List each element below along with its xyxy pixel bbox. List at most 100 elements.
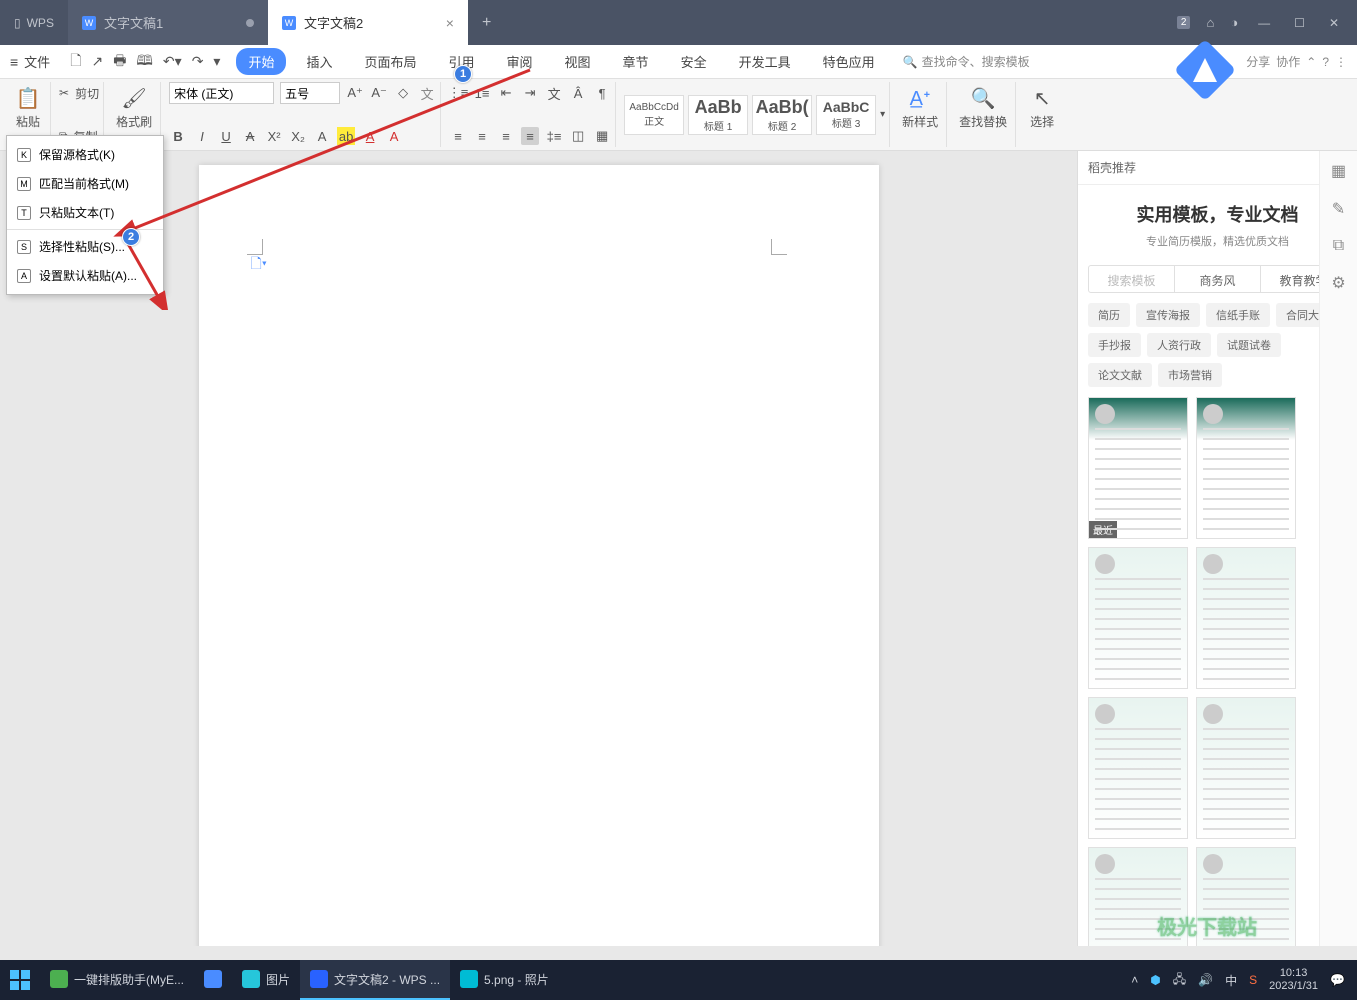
tray-network-icon[interactable]: 🖧 [1173,970,1186,991]
maximize-icon[interactable]: ☐ [1290,12,1309,34]
paste-keep-source[interactable]: K保留源格式(K) [7,140,163,169]
template-grid[interactable]: 最近 [1078,397,1357,946]
template-thumbnail[interactable] [1196,697,1296,839]
tray-ime[interactable]: 中 [1225,972,1237,989]
redo-icon[interactable]: ↷ [192,53,204,70]
paste-button[interactable]: 📋 粘贴 [10,82,46,134]
select-button[interactable]: ↖ 选择 [1024,82,1060,134]
new-tab-button[interactable]: + [468,14,505,32]
template-thumbnail[interactable] [1088,697,1188,839]
line-spacing-icon[interactable]: ‡≡ [545,127,563,145]
bold-icon[interactable]: B [169,127,187,145]
template-thumbnail[interactable] [1088,847,1188,946]
tag-hr[interactable]: 人资行政 [1147,333,1211,357]
tray-chevron-icon[interactable]: ˄ [1131,973,1138,987]
toolstrip-style-icon[interactable]: ✎ [1332,199,1345,219]
paste-match-format[interactable]: M匹配当前格式(M) [7,169,163,198]
asian-layout-icon[interactable]: 文 [545,84,563,102]
start-button[interactable] [10,970,30,990]
file-menu[interactable]: 文件 [24,52,50,71]
tag-resume[interactable]: 简历 [1088,303,1130,327]
tray-volume-icon[interactable]: 🔊 [1198,973,1213,987]
pinyin-icon[interactable]: 文 [418,84,436,102]
notification-center-icon[interactable]: 💬 [1330,973,1345,987]
taskbar-item-1[interactable]: 一键排版助手(MyE... [40,960,194,1000]
decrease-font-icon[interactable]: A⁻ [370,84,388,102]
highlight-icon[interactable]: ab [337,127,355,145]
template-thumbnail[interactable] [1196,397,1296,539]
decrease-indent-icon[interactable]: ⇤ [497,84,515,102]
taskbar-item-3[interactable]: 图片 [232,960,300,1000]
share-button[interactable]: 分享 [1246,53,1270,70]
tab-review[interactable]: 审阅 [495,48,545,75]
tag-thesis[interactable]: 论文文献 [1088,363,1152,387]
tab-close-icon[interactable]: × [446,15,454,31]
tag-poster[interactable]: 宣传海报 [1136,303,1200,327]
paragraph-options-icon[interactable]: 🗋▾ [251,253,267,277]
template-thumbnail[interactable] [1196,547,1296,689]
increase-font-icon[interactable]: A⁺ [346,84,364,102]
tab-section[interactable]: 章节 [611,48,661,75]
template-thumbnail[interactable] [1196,847,1296,946]
template-thumbnail[interactable]: 最近 [1088,397,1188,539]
tab-insert[interactable]: 插入 [294,48,344,75]
strike-icon[interactable]: A [241,127,259,145]
more-icon[interactable]: ⋮ [1335,55,1347,69]
home-icon[interactable]: ⌂ [1206,15,1214,30]
save-icon[interactable]: 🗋 [70,50,81,74]
toolstrip-outline-icon[interactable]: ⧉ [1333,237,1344,255]
export-icon[interactable]: ↗ [91,53,103,70]
toolstrip-settings-icon[interactable]: ⚙ [1331,273,1345,293]
command-search[interactable]: 🔍 查找命令、搜索模板 [903,53,1030,70]
style-heading1[interactable]: AaBb 标题 1 [688,95,748,135]
collapse-ribbon-icon[interactable]: ⌃ [1306,55,1316,69]
document-tab-2[interactable]: W 文字文稿2 × [268,0,468,45]
styles-more-icon[interactable]: ▾ [880,109,885,120]
tray-sogou-icon[interactable]: S [1249,973,1257,987]
shading-icon[interactable]: ◫ [569,127,587,145]
numbering-icon[interactable]: 1≡ [473,84,491,102]
document-page[interactable]: 🗋▾ [199,165,879,946]
underline-icon[interactable]: U [217,127,235,145]
tray-cube-icon[interactable]: ⬢ [1150,973,1160,987]
paste-set-default[interactable]: A设置默认粘贴(A)... [7,261,163,290]
tag-letter[interactable]: 信纸手账 [1206,303,1270,327]
font-name-select[interactable] [169,82,274,104]
sort-icon[interactable]: Â [569,84,587,102]
style-heading3[interactable]: AaBbC 标题 3 [816,95,876,135]
tab-page-layout[interactable]: 页面布局 [352,48,428,75]
italic-icon[interactable]: I [193,127,211,145]
subscript-icon[interactable]: X₂ [289,127,307,145]
char-shading-icon[interactable]: A [385,127,403,145]
tab-special[interactable]: 特色应用 [811,48,887,75]
show-marks-icon[interactable]: ¶ [593,84,611,102]
cut-button[interactable]: ✂剪切 [59,82,99,104]
find-replace-button[interactable]: 🔍 查找替换 [955,82,1011,134]
taskbar-item-wps[interactable]: 文字文稿2 - WPS ... [300,960,450,1000]
print-icon[interactable]: 🖶 [113,50,126,74]
tab-security[interactable]: 安全 [669,48,719,75]
minimize-icon[interactable]: — [1254,12,1274,34]
text-effect-icon[interactable]: A [313,127,331,145]
hamburger-icon[interactable]: ≡ [10,54,18,70]
notification-badge[interactable]: 2 [1177,16,1191,29]
style-normal[interactable]: AaBbCcDd 正文 [624,95,684,135]
document-tab-1[interactable]: W 文字文稿1 [68,0,268,45]
align-right-icon[interactable]: ≡ [497,127,515,145]
tag-exam[interactable]: 试题试卷 [1217,333,1281,357]
style-heading2[interactable]: AaBb( 标题 2 [752,95,812,135]
clear-format-icon[interactable]: ◇ [394,84,412,102]
tag-marketing[interactable]: 市场营销 [1158,363,1222,387]
undo-icon[interactable]: ↶▾ [163,53,182,70]
user-icon[interactable]: ◑ [1230,15,1238,30]
new-style-button[interactable]: A̲ᐩ 新样式 [898,82,942,134]
bullets-icon[interactable]: ⋮≡ [449,84,467,102]
template-thumbnail[interactable] [1088,547,1188,689]
app-brand[interactable]: ▯ WPS [0,16,68,30]
tab-developer[interactable]: 开发工具 [727,48,803,75]
align-justify-icon[interactable]: ≡ [521,127,539,145]
print-preview-icon[interactable]: 🕮 [136,50,153,74]
toolstrip-template-icon[interactable]: ▦ [1331,161,1346,181]
tab-start[interactable]: 开始 [236,48,286,75]
taskbar-item-2[interactable] [194,960,232,1000]
